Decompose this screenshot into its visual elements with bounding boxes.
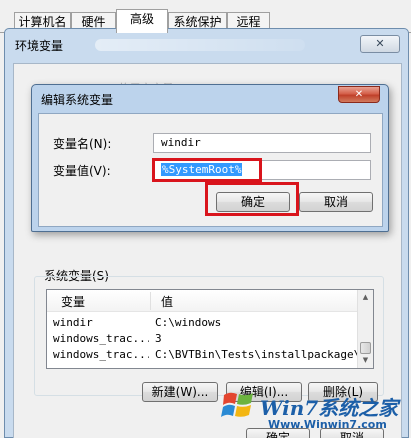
column-separator [150,292,151,310]
tab-advanced[interactable]: 高级 [116,9,168,33]
scroll-down-icon[interactable]: ▼ [358,353,373,368]
close-button[interactable]: ✕ [360,35,400,53]
close-icon: ✕ [375,37,385,50]
table-row[interactable]: windows_trac... C:\BVTBin\Tests\installp… [47,348,359,363]
column-header-variable[interactable]: 变量 [61,293,85,310]
list-header: 变量 值 [47,290,359,312]
vertical-scrollbar[interactable]: ▲ ▼ [357,290,373,368]
variable-name-label: 变量名(N): [53,137,112,151]
variable-name-input[interactable]: windir [153,133,371,153]
row-variable: windows_trac... [53,332,149,345]
close-icon: ✕ [354,89,364,100]
value-highlight-box [152,158,262,182]
dialog-cancel-button[interactable]: 取消 [299,192,373,212]
tab-label: 系统保护 [173,15,222,29]
scroll-up-icon[interactable]: ▲ [358,290,373,305]
system-variables-list[interactable]: 变量 值 windir C:\windows windows_trac... 3… [46,289,374,369]
tab-label: 硬件 [81,15,106,29]
watermark-brand: Win7系统之家 [260,396,399,420]
windows-flag-icon [221,392,253,417]
row-value: C:\BVTBin\Tests\installpackage\... [155,348,359,361]
site-watermark: Win7系统之家 Www.Winwin7.com [216,386,411,438]
tab-label: 远程 [236,15,261,29]
row-value: C:\windows [155,316,222,329]
tab-label: 高级 [129,12,154,26]
dialog-close-button[interactable]: ✕ [338,86,380,103]
new-variable-button[interactable]: 新建(W)... [142,382,218,402]
row-variable: windows_trac... [53,348,149,361]
dialog-title: 编辑系统变量 [41,93,114,107]
column-header-value[interactable]: 值 [161,293,173,310]
table-row[interactable]: windows_trac... 3 [47,332,359,347]
window-title: 环境变量 [15,39,64,53]
row-value: 3 [155,332,162,345]
title-blur [95,39,305,51]
table-row[interactable]: windir C:\windows [47,316,359,331]
variable-name-text: windir [161,136,201,149]
tab-label: 计算机名 [18,15,67,29]
watermark-url: Www.Winwin7.com [268,418,387,431]
variable-value-label: 变量值(V): [53,164,111,178]
row-variable: windir [53,316,93,329]
ok-highlight-box [205,182,299,216]
